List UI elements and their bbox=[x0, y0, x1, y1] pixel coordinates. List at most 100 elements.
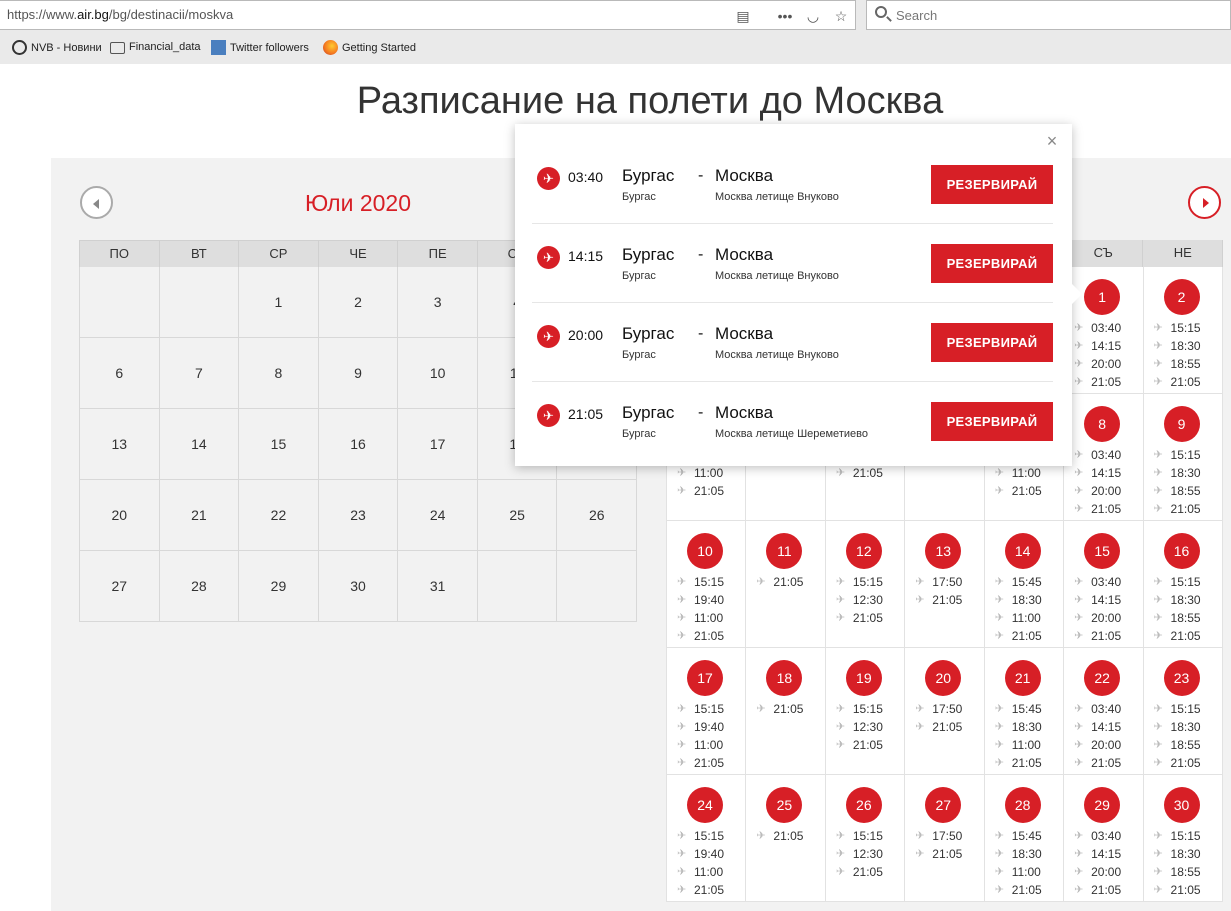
url-text[interactable]: https://www.air.bg/bg/destinacii/moskva bbox=[7, 7, 233, 22]
day-number-badge[interactable]: 28 bbox=[1004, 787, 1041, 823]
schedule-day-cell[interactable]: 28 ✈ 15:45 ✈ 18:30 ✈ 11:00 ✈ 21:05 bbox=[984, 775, 1065, 902]
calendar-day[interactable]: 23 bbox=[318, 480, 399, 551]
day-number-badge[interactable]: 25 bbox=[766, 787, 803, 823]
schedule-day-cell[interactable]: 14 ✈ 15:45 ✈ 18:30 ✈ 11:00 ✈ 21:05 bbox=[984, 521, 1065, 648]
day-number-badge[interactable]: 1 bbox=[1084, 279, 1121, 315]
calendar-day[interactable]: 1 bbox=[239, 267, 319, 338]
calendar-day[interactable]: 13 bbox=[79, 409, 160, 480]
book-button[interactable]: РЕЗЕРВИРАЙ bbox=[931, 402, 1053, 441]
folder-icon bbox=[110, 42, 125, 54]
day-number-badge[interactable]: 17 bbox=[687, 660, 723, 696]
day-number-badge[interactable]: 14 bbox=[1004, 533, 1041, 569]
calendar-day[interactable]: 25 bbox=[477, 480, 558, 551]
day-number-badge[interactable]: 21 bbox=[1004, 660, 1041, 696]
calendar-day[interactable]: 27 bbox=[79, 551, 160, 622]
next-month-button[interactable] bbox=[1188, 186, 1221, 219]
calendar-day[interactable]: 2 bbox=[318, 267, 399, 338]
day-number-badge[interactable]: 18 bbox=[766, 660, 803, 696]
schedule-day-cell[interactable]: 9 ✈ 15:15 ✈ 18:30 ✈ 18:55 ✈ 21:05 bbox=[1143, 394, 1223, 521]
calendar-day[interactable]: 16 bbox=[318, 409, 399, 480]
day-number-badge[interactable]: 26 bbox=[845, 787, 882, 823]
pocket-icon[interactable]: ◡ bbox=[804, 7, 822, 25]
schedule-day-cell[interactable]: 13 ✈ 17:50 ✈ 21:05 bbox=[905, 521, 985, 648]
day-number-badge[interactable]: 11 bbox=[766, 533, 803, 569]
schedule-day-cell[interactable]: 10 ✈ 15:15 ✈ 19:40 ✈ 11:00 ✈ 21:05 bbox=[666, 521, 747, 648]
day-number-badge[interactable]: 19 bbox=[845, 660, 882, 696]
schedule-day-cell[interactable]: 20 ✈ 17:50 ✈ 21:05 bbox=[905, 648, 985, 775]
book-button[interactable]: РЕЗЕРВИРАЙ bbox=[931, 323, 1053, 362]
calendar-day[interactable]: 3 bbox=[398, 267, 478, 338]
day-number-badge[interactable]: 9 bbox=[1163, 406, 1200, 442]
schedule-day-cell[interactable]: 21 ✈ 15:45 ✈ 18:30 ✈ 11:00 ✈ 21:05 bbox=[984, 648, 1065, 775]
calendar-day[interactable]: 20 bbox=[79, 480, 160, 551]
bookmark-getting-started[interactable]: Getting Started bbox=[323, 40, 416, 55]
day-number-badge[interactable]: 12 bbox=[845, 533, 882, 569]
schedule-day-cell[interactable]: 24 ✈ 15:15 ✈ 19:40 ✈ 11:00 ✈ 21:05 bbox=[666, 775, 747, 902]
schedule-day-cell[interactable]: 11 ✈ 21:05 bbox=[746, 521, 826, 648]
calendar-day[interactable]: 22 bbox=[239, 480, 319, 551]
plane-icon: ✈ bbox=[915, 703, 925, 715]
day-number-badge[interactable]: 20 bbox=[925, 660, 962, 696]
calendar-day[interactable]: 15 bbox=[239, 409, 319, 480]
schedule-day-cell[interactable]: 12 ✈ 15:15 ✈ 12:30 ✈ 21:05 bbox=[825, 521, 906, 648]
day-number-badge[interactable]: 22 bbox=[1084, 660, 1121, 696]
day-number-badge[interactable]: 13 bbox=[925, 533, 962, 569]
schedule-day-cell[interactable]: 16 ✈ 15:15 ✈ 18:30 ✈ 18:55 ✈ 21:05 bbox=[1143, 521, 1223, 648]
flight-time-entry: ✈ 21:05 bbox=[1154, 627, 1201, 645]
day-number-badge[interactable]: 23 bbox=[1163, 660, 1200, 696]
day-number-badge[interactable]: 16 bbox=[1163, 533, 1200, 569]
more-icon[interactable]: ••• bbox=[776, 7, 794, 25]
calendar-day[interactable]: 17 bbox=[398, 409, 478, 480]
schedule-day-cell[interactable]: 29 ✈ 03:40 ✈ 14:15 ✈ 20:00 ✈ 21:05 bbox=[1064, 775, 1144, 902]
schedule-day-cell[interactable]: 2 ✈ 15:15 ✈ 18:30 ✈ 18:55 ✈ 21:05 bbox=[1143, 267, 1223, 394]
book-button[interactable]: РЕЗЕРВИРАЙ bbox=[931, 165, 1053, 204]
schedule-day-cell[interactable]: 30 ✈ 15:15 ✈ 18:30 ✈ 18:55 ✈ 21:05 bbox=[1143, 775, 1223, 902]
calendar-day[interactable]: 7 bbox=[159, 338, 240, 409]
book-button[interactable]: РЕЗЕРВИРАЙ bbox=[931, 244, 1053, 283]
prev-month-button[interactable] bbox=[80, 186, 113, 219]
schedule-day-cell[interactable]: 8 ✈ 03:40 ✈ 14:15 ✈ 20:00 ✈ 21:05 bbox=[1064, 394, 1144, 521]
calendar-day[interactable]: 30 bbox=[318, 551, 399, 622]
day-number-badge[interactable]: 8 bbox=[1084, 406, 1121, 442]
schedule-day-cell[interactable]: 25 ✈ 21:05 bbox=[746, 775, 826, 902]
schedule-day-cell[interactable]: 22 ✈ 03:40 ✈ 14:15 ✈ 20:00 ✈ 21:05 bbox=[1064, 648, 1144, 775]
schedule-day-cell[interactable]: 18 ✈ 21:05 bbox=[746, 648, 826, 775]
bookmark-star-icon[interactable]: ☆ bbox=[832, 7, 850, 25]
schedule-day-cell[interactable]: 15 ✈ 03:40 ✈ 14:15 ✈ 20:00 ✈ 21:05 bbox=[1064, 521, 1144, 648]
schedule-day-cell[interactable]: 19 ✈ 15:15 ✈ 12:30 ✈ 21:05 bbox=[825, 648, 906, 775]
day-number-badge[interactable]: 29 bbox=[1084, 787, 1121, 823]
schedule-day-cell[interactable]: 17 ✈ 15:15 ✈ 19:40 ✈ 11:00 ✈ 21:05 bbox=[666, 648, 747, 775]
calendar-day[interactable]: 6 bbox=[79, 338, 160, 409]
schedule-day-cell[interactable]: 27 ✈ 17:50 ✈ 21:05 bbox=[905, 775, 985, 902]
calendar-day[interactable]: 29 bbox=[239, 551, 319, 622]
bookmark-nvb[interactable]: NVB - Новини bbox=[12, 40, 102, 55]
bookmark-financial-data[interactable]: Financial_data bbox=[110, 40, 201, 54]
url-bar[interactable]: https://www.air.bg/bg/destinacii/moskva … bbox=[0, 0, 856, 30]
day-number-badge[interactable]: 2 bbox=[1163, 279, 1200, 315]
calendar-day[interactable]: 21 bbox=[159, 480, 240, 551]
day-number-badge[interactable]: 15 bbox=[1084, 533, 1121, 569]
calendar-day[interactable]: 9 bbox=[318, 338, 399, 409]
calendar-day[interactable]: 26 bbox=[557, 480, 638, 551]
day-number-badge[interactable]: 30 bbox=[1163, 787, 1200, 823]
plane-icon: ✈ bbox=[677, 612, 687, 624]
day-number-badge[interactable]: 10 bbox=[687, 533, 723, 569]
flight-time: 11:00 bbox=[1011, 865, 1041, 879]
search-placeholder[interactable]: Search bbox=[896, 8, 937, 23]
calendar-day[interactable]: 28 bbox=[159, 551, 240, 622]
calendar-day[interactable]: 14 bbox=[159, 409, 240, 480]
calendar-day[interactable]: 31 bbox=[398, 551, 478, 622]
calendar-day[interactable]: 24 bbox=[398, 480, 478, 551]
day-number-badge[interactable]: 24 bbox=[687, 787, 723, 823]
weekday-label: ПО bbox=[80, 241, 160, 267]
bookmark-twitter-followers[interactable]: Twitter followers bbox=[211, 40, 309, 55]
schedule-day-cell[interactable]: 26 ✈ 15:15 ✈ 12:30 ✈ 21:05 bbox=[825, 775, 906, 902]
reader-view-icon[interactable]: ▤ bbox=[734, 7, 752, 25]
schedule-day-cell[interactable]: 23 ✈ 15:15 ✈ 18:30 ✈ 18:55 ✈ 21:05 bbox=[1143, 648, 1223, 775]
calendar-day[interactable]: 10 bbox=[398, 338, 478, 409]
calendar-day[interactable]: 8 bbox=[239, 338, 319, 409]
search-bar[interactable]: Search bbox=[866, 0, 1231, 30]
day-number-badge[interactable]: 27 bbox=[925, 787, 962, 823]
flight-time-entry: ✈ 03:40 bbox=[1074, 700, 1121, 718]
plane-icon: ✈ bbox=[1153, 594, 1163, 606]
